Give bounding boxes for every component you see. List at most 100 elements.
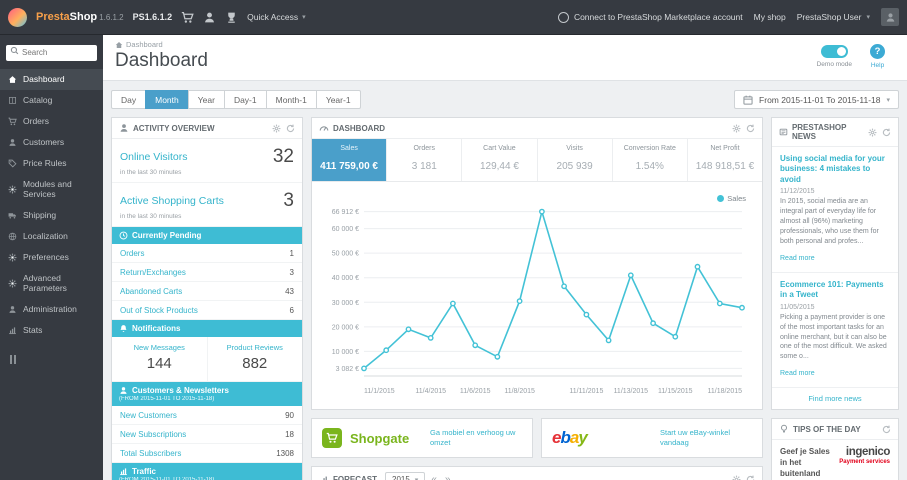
brand-logo[interactable]: PrestaShop 1.6.1.2	[36, 11, 124, 23]
pending-returns-link[interactable]: Return/Exchanges	[120, 268, 186, 277]
user-avatar[interactable]	[881, 8, 899, 26]
period-month-button[interactable]: Month	[145, 90, 189, 109]
forecast-year-select[interactable]: 2015 ▾	[385, 472, 426, 480]
new-messages-value: 144	[146, 355, 172, 372]
topbar: PrestaShop 1.6.1.2 PS1.6.1.2 Quick Access…	[0, 0, 907, 35]
gear-icon[interactable]	[868, 128, 877, 137]
kpi-net-profit[interactable]: Net Profit 148 918,51 €	[688, 139, 762, 181]
news-panel-header: PRESTASHOP NEWS	[772, 118, 898, 147]
gear-icon[interactable]	[732, 124, 741, 133]
orders-icon	[8, 117, 17, 126]
svg-text:10 000 €: 10 000 €	[332, 349, 359, 356]
my-shop-link[interactable]: My shop	[754, 12, 786, 22]
ebay-link[interactable]: Start uw eBay-winkel vandaag	[660, 428, 752, 448]
ebay-letter: b	[560, 428, 570, 447]
customers-row-subscriptions: New Subscriptions 18	[112, 425, 302, 444]
sidebar-item-dashboard[interactable]: Dashboard	[0, 68, 103, 90]
sidebar-item-modules[interactable]: Modules and Services	[0, 174, 103, 205]
kpi-conversion-rate[interactable]: Conversion Rate 1.54%	[613, 139, 688, 181]
sidebar-item-label: Advanced Parameters	[23, 273, 67, 293]
cart-icon[interactable]	[181, 11, 194, 24]
abandoned-carts-value: 43	[285, 286, 294, 296]
gear-icon[interactable]	[272, 124, 281, 133]
user-menu[interactable]: PrestaShop User ▾	[797, 12, 870, 22]
refresh-icon[interactable]	[286, 124, 295, 133]
sidebar-item-localization[interactable]: Localization	[0, 226, 103, 247]
kpi-sales[interactable]: Sales 411 759,00 €	[312, 139, 388, 181]
kpi-cart-value[interactable]: Cart Value 129,44 €	[462, 139, 538, 181]
refresh-icon[interactable]	[746, 124, 755, 133]
forecast-icon	[319, 475, 329, 480]
kpi-label: Net Profit	[710, 145, 740, 152]
period-day-button[interactable]: Day	[111, 90, 147, 109]
new-subscriptions-link[interactable]: New Subscriptions	[120, 430, 186, 439]
shopgate-link[interactable]: Ga mobiel en verhoog uw omzet	[430, 428, 522, 448]
help-button[interactable]: ?	[870, 43, 885, 59]
product-reviews-cell[interactable]: Product Reviews 882	[208, 337, 303, 381]
period-day-1-button[interactable]: Day-1	[223, 90, 267, 109]
period-year-button[interactable]: Year	[187, 90, 225, 109]
svg-text:11/4/2015: 11/4/2015	[415, 388, 446, 395]
kpi-value: 411 759,00 €	[320, 161, 378, 172]
gear-icon[interactable]	[732, 475, 741, 480]
sidebar-collapse-button[interactable]	[10, 354, 16, 364]
sidebar-item-administration[interactable]: Administration	[0, 299, 103, 320]
sidebar-item-catalog[interactable]: Catalog	[0, 90, 103, 111]
news-article-title-link[interactable]: Using social media for your business: 4 …	[780, 154, 890, 185]
refresh-icon[interactable]	[882, 128, 891, 137]
customer-icon[interactable]	[203, 11, 216, 24]
online-visitors-sub: in the last 30 minutes	[120, 169, 182, 176]
catalog-icon	[8, 96, 17, 105]
trophy-icon[interactable]	[225, 11, 238, 24]
total-subscribers-link[interactable]: Total Subscribers	[120, 449, 181, 458]
new-customers-value: 90	[285, 410, 294, 420]
sidebar-item-stats[interactable]: Stats	[0, 320, 103, 341]
period-month-1-button[interactable]: Month-1	[265, 90, 317, 109]
quick-access-menu[interactable]: Quick Access ▾	[247, 12, 306, 22]
sidebar-item-price-rules[interactable]: Price Rules	[0, 153, 103, 174]
forecast-prev-button[interactable]: «	[429, 474, 439, 480]
sidebar-item-preferences[interactable]: Preferences	[0, 247, 103, 268]
out-of-stock-link[interactable]: Out of Stock Products	[120, 306, 198, 315]
sidebar-item-customers[interactable]: Customers	[0, 132, 103, 153]
find-more-news-link[interactable]: Find more news	[772, 388, 898, 409]
customers-row-new: New Customers 90	[112, 406, 302, 425]
page-title: Dashboard	[115, 50, 208, 71]
date-range-picker[interactable]: From 2015-11-01 To 2015-11-18 ▾	[734, 90, 899, 109]
forecast-next-button[interactable]: »	[443, 474, 453, 480]
kpi-orders[interactable]: Orders 3 181	[387, 139, 463, 181]
refresh-icon[interactable]	[746, 475, 755, 480]
customers-newsletters-range: (FROM 2015-11-01 TO 2015-11-18)	[119, 396, 215, 402]
new-customers-link[interactable]: New Customers	[120, 411, 177, 420]
sidebar-item-label: Shipping	[23, 210, 57, 220]
marketplace-icon	[557, 11, 569, 23]
sidebar-item-shipping[interactable]: Shipping	[0, 205, 103, 226]
read-more-link[interactable]: Read more	[780, 255, 815, 262]
read-more-link[interactable]: Read more	[780, 370, 815, 377]
news-icon	[779, 127, 788, 137]
marketplace-link[interactable]: Connect to PrestaShop Marketplace accoun…	[557, 11, 743, 23]
sidebar-item-advanced-parameters[interactable]: Advanced Parameters	[0, 268, 103, 299]
new-messages-cell[interactable]: New Messages 144	[112, 337, 208, 381]
activity-panel-header: ACTIVITY OVERVIEW	[112, 118, 302, 139]
breadcrumb[interactable]: Dashboard	[115, 40, 208, 49]
pending-returns-value: 3	[289, 267, 294, 277]
refresh-icon[interactable]	[882, 425, 891, 434]
active-carts-link[interactable]: Active Shopping Carts	[120, 195, 224, 207]
out-of-stock-value: 6	[289, 305, 294, 315]
search-input[interactable]	[6, 44, 97, 61]
abandoned-carts-link[interactable]: Abandoned Carts	[120, 287, 182, 296]
tips-heading: Geef je Sales in het buitenland een Boos…	[780, 447, 830, 480]
pending-orders-link[interactable]: Orders	[120, 249, 144, 258]
demo-mode-toggle[interactable]	[820, 44, 848, 58]
ebay-logo: ebay	[552, 428, 588, 448]
brand-shop: Shop	[69, 11, 98, 23]
period-year-1-button[interactable]: Year-1	[315, 90, 361, 109]
sidebar-item-orders[interactable]: Orders	[0, 111, 103, 132]
news-article-title-link[interactable]: Ecommerce 101: Payments in a Tweet	[780, 280, 890, 301]
shop-logo-icon[interactable]	[8, 7, 27, 27]
svg-text:11/18/2015: 11/18/2015	[707, 388, 742, 395]
online-visitors-link[interactable]: Online Visitors	[120, 151, 188, 163]
svg-text:11/6/2015: 11/6/2015	[460, 388, 491, 395]
kpi-visits[interactable]: Visits 205 939	[538, 139, 613, 181]
